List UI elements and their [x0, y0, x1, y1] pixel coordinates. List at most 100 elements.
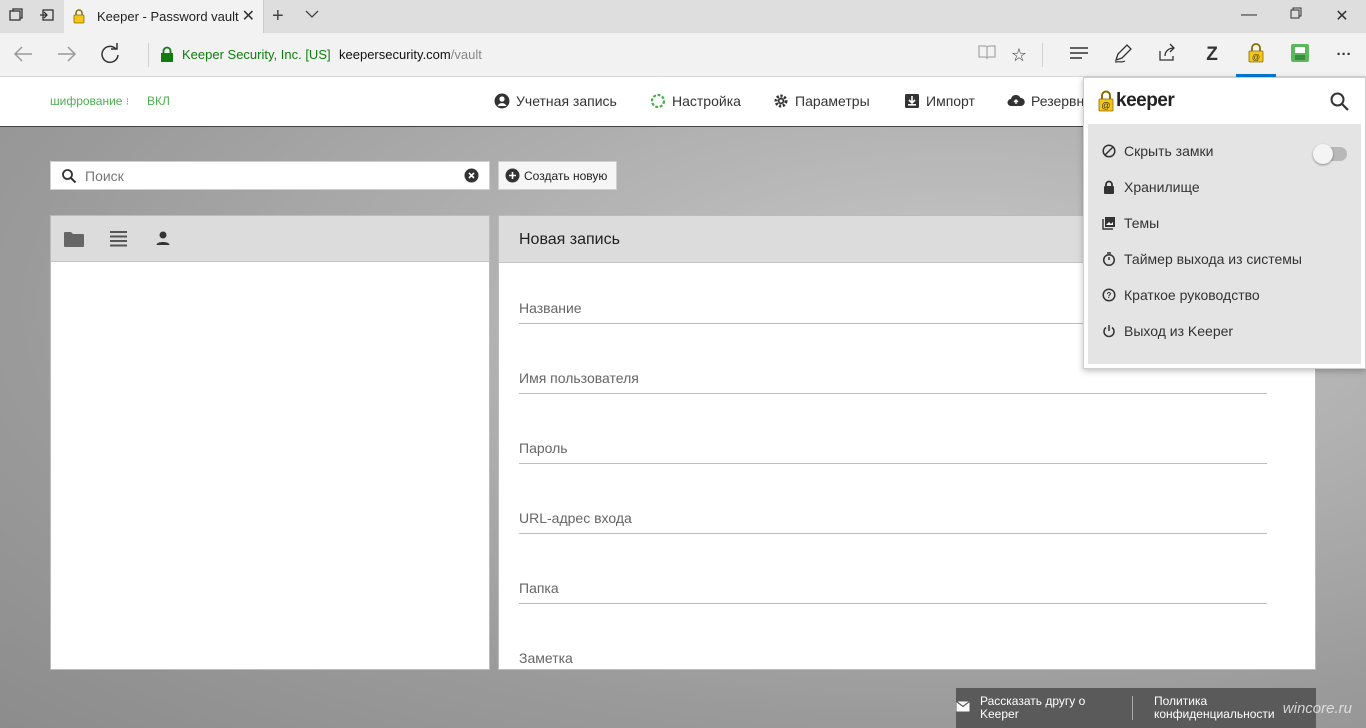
clear-search-icon[interactable]: [464, 168, 479, 186]
lock-icon: [1104, 180, 1114, 194]
refresh-icon[interactable]: [99, 43, 121, 71]
privacy-policy-link[interactable]: Политика конфиденциальности: [1154, 695, 1275, 721]
cloud-upload-icon: [1007, 94, 1025, 106]
block-icon: [1102, 144, 1116, 158]
hide-locks-item[interactable]: Скрыть замки: [1102, 143, 1213, 159]
logout-timer-item[interactable]: Таймер выхода из системы: [1102, 251, 1302, 267]
search-box: [50, 161, 490, 190]
forward-icon[interactable]: [56, 43, 78, 71]
list-icon[interactable]: [109, 230, 128, 250]
records-panel: [50, 215, 490, 670]
set-aside-tabs-icon[interactable]: [38, 7, 56, 25]
nav-import-label: Импорт: [926, 93, 975, 109]
new-tab-icon[interactable]: +: [272, 5, 284, 28]
themes-item[interactable]: Темы: [1102, 215, 1159, 231]
back-icon[interactable]: [12, 43, 34, 71]
footer-bar: Рассказать другу о Keeper Политика конфи…: [956, 688, 1316, 728]
privacy-line1: Политика: [1154, 694, 1208, 708]
browser-titlebar: Keeper - Password vault ✕ + — ✕: [0, 0, 1366, 33]
login-url-field-label: URL-адрес входа: [519, 510, 632, 526]
encryption-label-text: шифрование: [50, 94, 123, 108]
address-input[interactable]: keepersecurity.com/vault: [339, 47, 482, 62]
keeper-extension-icon[interactable]: @: [1244, 43, 1268, 67]
title-field-label: Название: [519, 300, 582, 316]
notes-field[interactable]: Заметка: [519, 646, 1267, 669]
search-icon[interactable]: [1330, 92, 1349, 114]
svg-text:?: ?: [1107, 291, 1112, 300]
quick-guide-item[interactable]: ? Краткое руководство: [1102, 287, 1260, 303]
nav-account-label: Учетная запись: [516, 93, 617, 109]
nav-backup[interactable]: Резервн: [1007, 93, 1084, 109]
vault-item[interactable]: Хранилище: [1102, 179, 1200, 195]
timer-icon: [1102, 252, 1116, 266]
reading-view-icon[interactable]: [975, 43, 999, 67]
search-input[interactable]: [85, 166, 455, 186]
password-field[interactable]: Пароль: [519, 436, 1267, 464]
keeper-lock-icon: [73, 9, 85, 27]
encryption-status: ВКЛ: [147, 94, 170, 108]
nav-backup-label: Резервн: [1031, 93, 1085, 109]
popup-header: @ keeper: [1084, 78, 1365, 124]
share-icon[interactable]: [1155, 43, 1179, 67]
gear-icon: [774, 94, 788, 108]
zotero-icon[interactable]: Z: [1200, 43, 1224, 67]
login-url-field[interactable]: URL-адрес входа: [519, 506, 1267, 534]
logout-item[interactable]: Выход из Keeper: [1102, 323, 1233, 339]
nav-settings[interactable]: Параметры: [773, 93, 870, 109]
folder-field[interactable]: Папка: [519, 576, 1267, 604]
maximize-icon[interactable]: [1286, 6, 1306, 24]
folder-field-label: Папка: [519, 580, 559, 596]
notes-field-label: Заметка: [519, 650, 573, 666]
favorite-star-icon[interactable]: ☆: [1007, 43, 1031, 67]
secure-lock-icon[interactable]: [160, 46, 174, 66]
minimize-icon[interactable]: —: [1239, 6, 1259, 24]
popup-menu: Скрыть замки Хранилище Темы Таймер выход…: [1088, 124, 1361, 364]
create-new-button[interactable]: Создать новую: [498, 161, 617, 190]
help-icon: ?: [1102, 288, 1116, 302]
divider: [1042, 43, 1043, 67]
svg-text:@: @: [1252, 53, 1260, 62]
tell-friend-line1: Рассказать другу о: [980, 694, 1086, 708]
url-path: /vault: [450, 47, 482, 62]
window-close-icon[interactable]: ✕: [1332, 6, 1352, 26]
more-icon[interactable]: ···: [1332, 43, 1356, 67]
close-icon[interactable]: ✕: [242, 6, 255, 26]
chevron-down-icon[interactable]: [305, 7, 319, 22]
keeper-extension-popup: @ keeper Скрыть замки Хранилище Темы Тай…: [1083, 77, 1366, 369]
view-switcher: [51, 216, 489, 262]
nav-setup-label: Настройка: [672, 93, 741, 109]
power-icon: [1103, 325, 1115, 338]
site-identity[interactable]: Keeper Security, Inc. [US]: [182, 47, 331, 62]
nav-account[interactable]: Учетная запись: [494, 93, 617, 109]
nav-setup[interactable]: Настройка: [650, 93, 741, 109]
hub-icon[interactable]: [1067, 43, 1091, 67]
username-field[interactable]: Имя пользователя: [519, 366, 1267, 394]
divider: [1132, 696, 1133, 720]
toggle-knob: [1313, 144, 1333, 164]
tell-friend-line2: Keeper: [980, 707, 1019, 721]
search-icon: [61, 168, 77, 187]
nav-import[interactable]: Импорт: [904, 93, 975, 109]
themes-icon: [1102, 217, 1115, 230]
privacy-line2: конфиденциальности: [1154, 707, 1275, 721]
logout-timer-label: Таймер выхода из системы: [1124, 251, 1302, 267]
import-icon: [905, 94, 919, 108]
browser-tab[interactable]: Keeper - Password vault ✕: [64, 0, 264, 33]
setup-progress-icon: [650, 93, 666, 109]
username-field-label: Имя пользователя: [519, 370, 639, 386]
save-page-icon[interactable]: [1288, 43, 1312, 67]
tab-manager-icon[interactable]: [7, 7, 25, 25]
hide-locks-label: Скрыть замки: [1124, 143, 1214, 159]
person-icon[interactable]: [155, 230, 171, 250]
keeper-logo: @ keeper: [1098, 90, 1175, 112]
themes-label: Темы: [1124, 215, 1160, 231]
url-host: keepersecurity.com: [339, 47, 451, 62]
tell-friend-link[interactable]: Рассказать другу о Keeper: [980, 695, 1085, 721]
pen-icon[interactable]: [1111, 43, 1135, 67]
hide-locks-toggle[interactable]: [1313, 144, 1347, 164]
create-new-label: Создать новую: [524, 168, 608, 183]
folder-icon[interactable]: [63, 230, 85, 251]
tab-title: Keeper - Password vault: [97, 9, 239, 24]
status-dots-icon: ⁝: [125, 97, 129, 108]
vault-label: Хранилище: [1124, 179, 1200, 195]
